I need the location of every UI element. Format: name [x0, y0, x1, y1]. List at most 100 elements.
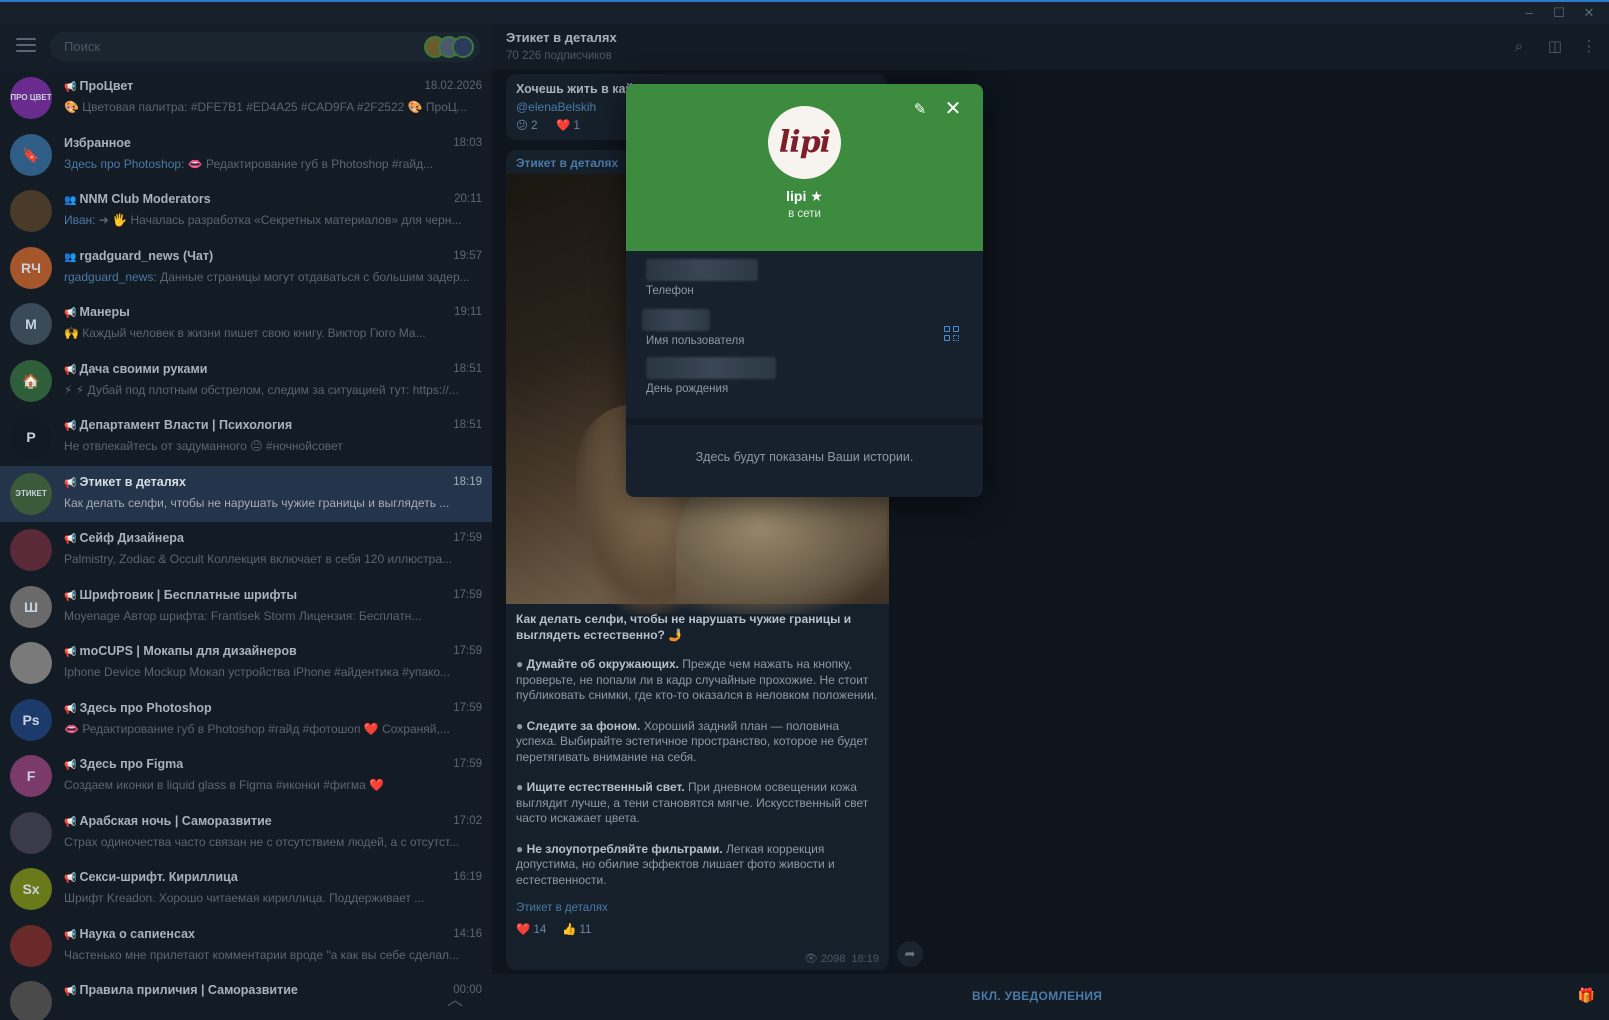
chat-list-item[interactable]: ЭТИКЕТ 📢 Этикет в деталях 18:19 Как делать с… — [0, 465, 492, 522]
profile-name: lipi ★ — [786, 188, 823, 204]
chat-list-item[interactable]: RЧ 👥 rgadguard_news (Чат) 19:57 rgadguard_ne… — [0, 240, 492, 297]
enable-notifications-button[interactable]: ВКЛ. УВЕДОМЛЕНИЯ — [972, 989, 1102, 1003]
chat-avatar: RЧ — [10, 246, 52, 289]
reaction-heart[interactable]: ❤️ 14 — [516, 922, 546, 936]
reaction-confused[interactable]: 😕 2 — [516, 118, 538, 132]
chat-name: 📢 Этикет в деталях — [64, 474, 186, 489]
chat-avatar: Ps — [10, 698, 52, 741]
message-text: Хочешь жить в кай — [516, 82, 634, 96]
chat-avatar: Ш — [10, 585, 52, 628]
profile-avatar[interactable]: lipi — [768, 106, 841, 179]
chat-time: 17:59 — [453, 645, 482, 657]
chat-avatar — [10, 924, 52, 967]
chat-avatar: ПРО ЦВЕТ — [10, 77, 52, 119]
channel-icon: 📢 — [64, 364, 77, 376]
close-window-icon[interactable]: ✕ — [1579, 5, 1599, 21]
chat-preview: Iphone Device Mockup Мокап устройства iP… — [64, 665, 451, 679]
chat-avatar — [10, 642, 52, 684]
profile-header: lipi ✎ ✕ lipi ★ в сети — [626, 84, 983, 251]
channel-icon: 📢 — [64, 421, 77, 432]
post-footer-source[interactable]: Этикет в деталях — [516, 902, 608, 914]
profile-modal: lipi ✎ ✕ lipi ★ в сети Телефон Имя польз… — [626, 84, 983, 497]
chat-preview: Шрифт Kreadon. Хорошо читаемая кириллица… — [64, 891, 425, 905]
chat-list-item[interactable]: P 📢 Департамент Власти | Психология 18:51 Не… — [0, 409, 492, 466]
stories-placeholder: Здесь будут показаны Ваши истории. — [695, 450, 914, 464]
chat-list-item[interactable]: 📢 Сейф Дизайнера 17:59 Palmistry, Zodiac & … — [0, 522, 492, 579]
post-time: 18:19 — [851, 953, 879, 965]
chat-list-item[interactable]: 📢 Правила приличия | Саморазвитие 00:00 — [0, 974, 492, 1020]
star-icon: ★ — [810, 188, 823, 204]
chat-list-item[interactable]: F 📢 Здесь про Figma 17:59 Создаем иконки в l… — [0, 748, 492, 805]
chat-name: 📢 Секси-шрифт. Кириллица — [64, 870, 238, 884]
chat-list-item[interactable]: M 📢 Манеры 19:11 🙌 Каждый человек в жизни пи… — [0, 296, 492, 353]
chat-list-item[interactable]: 👥 NNM Club Moderators 20:11 Иван: ➜ 🖐 Начал… — [0, 183, 492, 240]
chat-preview: Частенько мне прилетают комментарии врод… — [64, 947, 460, 962]
chat-name: 📢 Наука о сапиенсах — [64, 926, 195, 941]
chat-time: 17:59 — [453, 701, 482, 714]
preview-sender: Здесь про Photoshop: — [64, 156, 185, 171]
chat-name: 📢 Сейф Дизайнера — [64, 531, 184, 545]
eye-icon: 👁 — [803, 953, 818, 965]
chat-name: 📢 Шрифтовик | Бесплатные шрифты — [64, 587, 298, 602]
chat-name: 📢 Манеры — [64, 305, 130, 319]
post-point: ● Думайте об окружающих. Прежде чем нажа… — [516, 657, 878, 702]
chat-time: 18:03 — [453, 136, 482, 149]
chat-list-item[interactable]: 📢 Наука о сапиенсах 14:16 Частенько мне при… — [0, 918, 492, 975]
edit-pencil-icon[interactable]: ✎ — [910, 100, 930, 120]
more-options-icon[interactable]: ⋮ — [1580, 38, 1598, 56]
post-source[interactable]: Этикет в деталях — [516, 156, 618, 170]
qr-code-icon[interactable] — [944, 326, 960, 342]
reaction-heart[interactable]: ❤️ 1 — [556, 118, 580, 132]
chat-list-item[interactable]: Ш 📢 Шрифтовик | Бесплатные шрифты 17:59 Moye… — [0, 579, 492, 636]
reaction-thumbs-up[interactable]: 👍 11 — [562, 922, 591, 936]
chat-avatar: P — [10, 416, 52, 458]
maximize-icon[interactable]: ☐ — [1549, 5, 1569, 21]
birthday-row[interactable]: День рождения — [646, 357, 966, 395]
avatar-logo: lipi — [778, 125, 831, 160]
chat-avatar: 🏠 — [10, 359, 52, 402]
chat-list-item[interactable]: 📢 moCUPS | Мокапы для дизайнеров 17:59 Ipho… — [0, 635, 492, 692]
chat-time: 18:51 — [453, 419, 482, 431]
chat-avatar — [10, 811, 52, 854]
post-point: ● Следите за фоном. Хороший задний план … — [516, 718, 869, 764]
search-input[interactable] — [50, 32, 480, 62]
phone-row[interactable]: Телефон — [646, 259, 966, 297]
post-point: ● Ищите естественный свет. При дневном о… — [516, 780, 869, 825]
window-titlebar: – ☐ ✕ — [0, 0, 1609, 24]
hamburger-menu-icon[interactable] — [16, 38, 36, 54]
chat-list-item[interactable]: Sx 📢 Секси-шрифт. Кириллица 16:19 Шрифт Krea… — [0, 861, 492, 918]
app: ПРО ЦВЕТ 📢ПроЦвет 18.02.2026 🎨 Цветовая пал… — [0, 24, 1609, 1020]
phone-label: Телефон — [646, 285, 694, 297]
chat-preview: rgadguard_news: Данные страницы могут от… — [64, 269, 470, 284]
channel-icon: 📢 — [64, 647, 77, 658]
phone-value-blurred — [646, 259, 758, 281]
online-status: в сети — [788, 208, 821, 220]
scroll-up-icon[interactable]: ︿ — [447, 986, 463, 1010]
channel-icon: 📢 — [64, 929, 77, 941]
chat-name: 📢 moCUPS | Мокапы для дизайнеров — [64, 644, 297, 658]
chat-avatar — [10, 529, 52, 571]
sidebar-toggle-icon[interactable]: ◫ — [1546, 38, 1564, 56]
chat-avatar: Sx — [10, 868, 52, 910]
chat-name: 👥 rgadguard_news (Чат) — [64, 248, 214, 263]
stories-avatars[interactable] — [424, 36, 478, 60]
chat-name: 👥 NNM Club Moderators — [64, 192, 211, 206]
close-icon[interactable]: ✕ — [942, 98, 964, 120]
gift-icon[interactable]: 🎁 — [1578, 987, 1595, 1004]
minimize-icon[interactable]: – — [1519, 5, 1539, 21]
chat-list-item[interactable]: 🏠 📢 Дача своими руками 18:51 ⚡ ⚡ Дубай под п… — [0, 353, 492, 410]
chat-list-item[interactable]: ПРО ЦВЕТ 📢 ПроЦвет 18.02.2026 🎨 Цветовая пал… — [0, 70, 492, 127]
chat-time: 14:16 — [453, 927, 482, 940]
mention-link[interactable]: @elenaBelskih — [516, 100, 596, 114]
chat-time: 17:59 — [453, 758, 482, 770]
chat-list-item[interactable]: Ps 📢 Здесь про Photoshop 17:59 👄 Редактирова… — [0, 692, 492, 749]
chat-list-item[interactable]: 🔖 Избранное 18:03 Здесь про Photoshop: 👄 Ре… — [0, 127, 492, 184]
search-icon[interactable]: ⌕ — [1510, 38, 1528, 56]
subscriber-count: 70 226 подписчиков — [506, 50, 612, 62]
chat-time: 18:19 — [453, 475, 482, 488]
chat-list-item[interactable]: 📢 Арабская ночь | Саморазвитие 17:02 Страх … — [0, 805, 492, 862]
chat-header[interactable]: Этикет в деталях 70 226 подписчиков ⌕ ◫ … — [492, 24, 1609, 70]
username-row[interactable]: Имя пользователя — [642, 309, 966, 347]
share-icon[interactable]: ➦ — [897, 941, 923, 967]
channel-icon: 📢 — [64, 308, 77, 319]
